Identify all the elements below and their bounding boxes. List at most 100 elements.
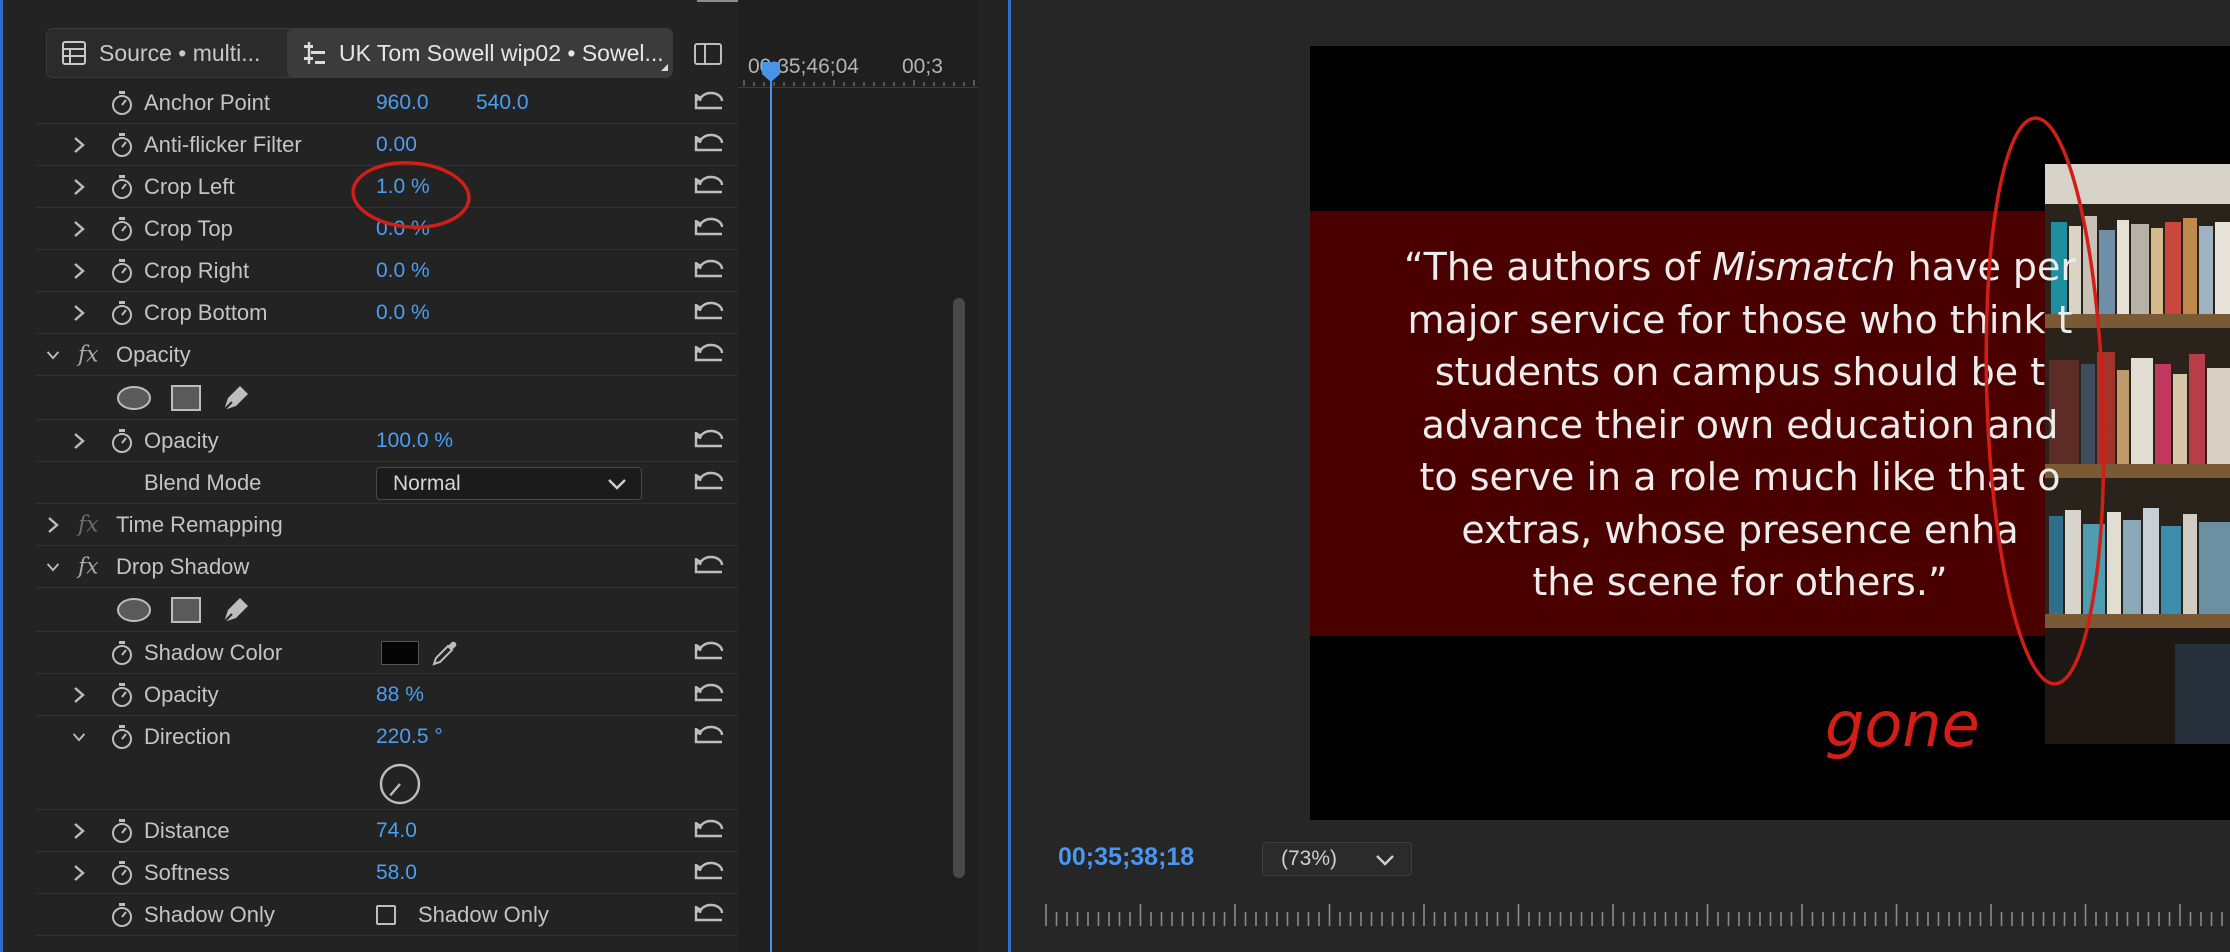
- shadow-only-checkbox-label[interactable]: Shadow Only: [418, 902, 549, 928]
- reset-icon[interactable]: [692, 818, 726, 844]
- reset-icon[interactable]: [692, 470, 726, 496]
- stopwatch-icon[interactable]: [110, 216, 134, 242]
- effect-section-opacity[interactable]: fx Opacity: [36, 334, 738, 376]
- reset-icon[interactable]: [692, 258, 726, 284]
- playhead-handle-icon[interactable]: [760, 60, 782, 84]
- anchor-point-y-value[interactable]: 540.0: [476, 91, 529, 115]
- stopwatch-icon[interactable]: [110, 640, 134, 666]
- expand-chevron-icon[interactable]: [72, 135, 86, 155]
- property-row-anchor-point: Anchor Point 960.0 540.0: [36, 82, 738, 124]
- distance-value[interactable]: 74.0: [376, 819, 417, 843]
- stopwatch-icon[interactable]: [110, 902, 134, 928]
- reset-icon[interactable]: [692, 724, 726, 750]
- blend-mode-select[interactable]: Normal: [376, 467, 642, 500]
- expand-chevron-icon[interactable]: [72, 431, 86, 451]
- multicam-icon: [62, 41, 86, 65]
- shadow-color-label: Shadow Color: [144, 639, 283, 665]
- video-frame[interactable]: “The authors of Mismatch have per major …: [1310, 46, 2230, 820]
- panel-focus-border: [0, 0, 3, 952]
- annotation-gone-text: gone: [1825, 688, 1980, 761]
- expand-chevron-icon[interactable]: [72, 177, 86, 197]
- expand-chevron-icon[interactable]: [72, 821, 86, 841]
- opacity-value[interactable]: 100.0 %: [376, 429, 453, 453]
- softness-value[interactable]: 58.0: [376, 861, 417, 885]
- shadow-opacity-value[interactable]: 88 %: [376, 683, 424, 707]
- monitor-time-ruler[interactable]: [1044, 900, 2230, 930]
- ellipse-mask-icon[interactable]: [116, 597, 152, 623]
- stopwatch-icon[interactable]: [110, 818, 134, 844]
- reset-icon[interactable]: [692, 300, 726, 326]
- collapse-chevron-icon[interactable]: [46, 557, 60, 577]
- effect-section-time-remapping[interactable]: fx Time Remapping: [36, 504, 738, 546]
- reset-icon[interactable]: [692, 216, 726, 242]
- stopwatch-icon[interactable]: [110, 428, 134, 454]
- sequence-icon: [304, 42, 325, 64]
- stopwatch-icon[interactable]: [110, 132, 134, 158]
- shadow-only-checkbox[interactable]: [376, 904, 396, 925]
- crop-right-value[interactable]: 0.0 %: [376, 259, 430, 283]
- crop-left-label: Crop Left: [144, 173, 235, 199]
- property-row-direction: Direction 220.5 °: [36, 716, 738, 758]
- quote-line: major service for those who think t: [1407, 297, 2073, 342]
- reset-icon[interactable]: [692, 640, 726, 666]
- stopwatch-icon[interactable]: [110, 300, 134, 326]
- direction-dial-row: [36, 758, 738, 810]
- fx-badge-icon[interactable]: fx: [78, 342, 99, 367]
- direction-label: Direction: [144, 724, 231, 749]
- tab-sequence[interactable]: UK Tom Sowell wip02 • Sowel...: [287, 28, 673, 78]
- expand-chevron-icon[interactable]: [46, 515, 60, 535]
- shadow-color-swatch[interactable]: [381, 640, 419, 665]
- panel-layout-toggle-icon[interactable]: [694, 43, 722, 65]
- stopwatch-icon[interactable]: [110, 174, 134, 200]
- zoom-level-select[interactable]: (73%): [1262, 842, 1412, 876]
- crop-bottom-value[interactable]: 0.0 %: [376, 301, 430, 325]
- effect-controls-timeline[interactable]: 00;35;46;04 00;3: [738, 0, 978, 952]
- opacity-label: Opacity: [144, 427, 219, 453]
- stopwatch-icon[interactable]: [110, 724, 134, 750]
- expand-chevron-icon[interactable]: [72, 261, 86, 281]
- collapse-chevron-icon[interactable]: [72, 727, 86, 747]
- eyedropper-icon[interactable]: [430, 638, 460, 668]
- reset-icon[interactable]: [692, 90, 726, 116]
- reset-icon[interactable]: [692, 132, 726, 158]
- expand-chevron-icon[interactable]: [72, 863, 86, 883]
- direction-value[interactable]: 220.5 °: [376, 725, 443, 749]
- property-row-crop-right: Crop Right 0.0 %: [36, 250, 738, 292]
- reset-icon[interactable]: [692, 902, 726, 928]
- timeline-time-label: 00;3: [902, 55, 943, 78]
- softness-label: Softness: [144, 859, 230, 885]
- reset-icon[interactable]: [692, 554, 726, 580]
- angle-dial-icon[interactable]: [378, 762, 422, 806]
- expand-chevron-icon[interactable]: [72, 219, 86, 239]
- stopwatch-icon[interactable]: [110, 860, 134, 886]
- playhead-timecode[interactable]: 00;35;38;18: [1058, 843, 1194, 872]
- stopwatch-icon[interactable]: [110, 682, 134, 708]
- reset-icon[interactable]: [692, 860, 726, 886]
- tab-source-monitor[interactable]: Source • multi...: [46, 28, 306, 78]
- quote-line: extras, whose presence enha: [1461, 507, 2019, 552]
- quote-line: students on campus should be t: [1434, 350, 2046, 394]
- fx-badge-icon[interactable]: fx: [78, 554, 99, 579]
- ellipse-mask-icon[interactable]: [116, 385, 152, 411]
- rectangle-mask-icon[interactable]: [170, 384, 202, 412]
- reset-icon[interactable]: [692, 428, 726, 454]
- pen-mask-icon[interactable]: [220, 594, 252, 626]
- vertical-scrollbar[interactable]: [953, 298, 965, 878]
- stopwatch-icon[interactable]: [110, 258, 134, 284]
- rectangle-mask-icon[interactable]: [170, 596, 202, 624]
- reset-icon[interactable]: [692, 342, 726, 368]
- pen-mask-icon[interactable]: [220, 382, 252, 414]
- anchor-point-x-value[interactable]: 960.0: [376, 91, 429, 115]
- property-row-shadow-only: Shadow Only Shadow Only: [36, 894, 738, 936]
- expand-chevron-icon[interactable]: [72, 685, 86, 705]
- reset-icon[interactable]: [692, 682, 726, 708]
- expand-chevron-icon[interactable]: [72, 303, 86, 323]
- playhead-line[interactable]: [770, 62, 772, 952]
- collapse-chevron-icon[interactable]: [46, 345, 60, 365]
- reset-icon[interactable]: [692, 174, 726, 200]
- quote-line: to serve in a role much like that o: [1419, 455, 2061, 499]
- mask-tools-row: [36, 376, 738, 420]
- stopwatch-icon[interactable]: [110, 90, 134, 116]
- fx-badge-icon: fx: [78, 512, 99, 537]
- effect-section-drop-shadow[interactable]: fx Drop Shadow: [36, 546, 738, 588]
